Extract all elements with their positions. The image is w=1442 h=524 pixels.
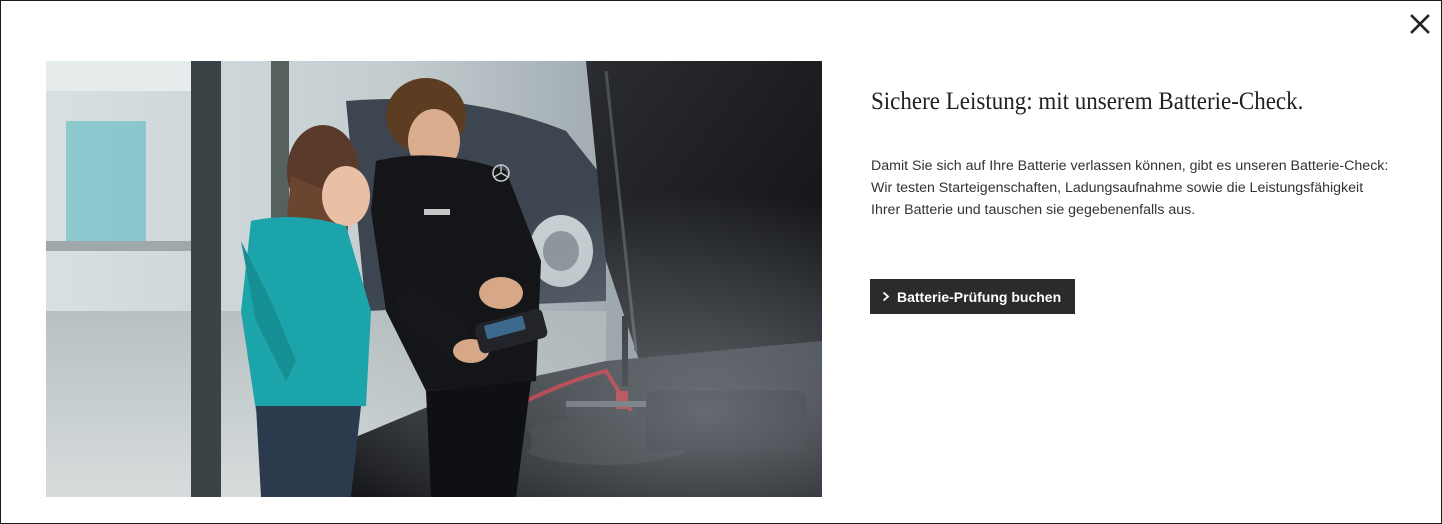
description-line: Damit Sie sich auf Ihre Batterie verlass… (871, 158, 1389, 174)
dialog-title: Sichere Leistung: mit unserem Batterie-C… (871, 88, 1304, 115)
cta-label: Batterie-Prüfung buchen (897, 288, 1062, 305)
dialog-description: Damit Sie sich auf Ihre Batterie verlass… (871, 155, 1411, 221)
hero-image (46, 61, 822, 497)
battery-check-photo (46, 61, 822, 497)
chevron-right-icon (882, 291, 890, 302)
book-battery-check-button[interactable]: Batterie-Prüfung buchen (870, 279, 1076, 314)
close-icon (1410, 14, 1430, 34)
description-line: Ihrer Batterie und tauschen sie gegebene… (871, 202, 1196, 218)
description-line: Wir testen Starteigenschaften, Ladungsau… (871, 180, 1364, 196)
dialog: Sichere Leistung: mit unserem Batterie-C… (0, 0, 1442, 524)
close-button[interactable] (1407, 11, 1433, 37)
